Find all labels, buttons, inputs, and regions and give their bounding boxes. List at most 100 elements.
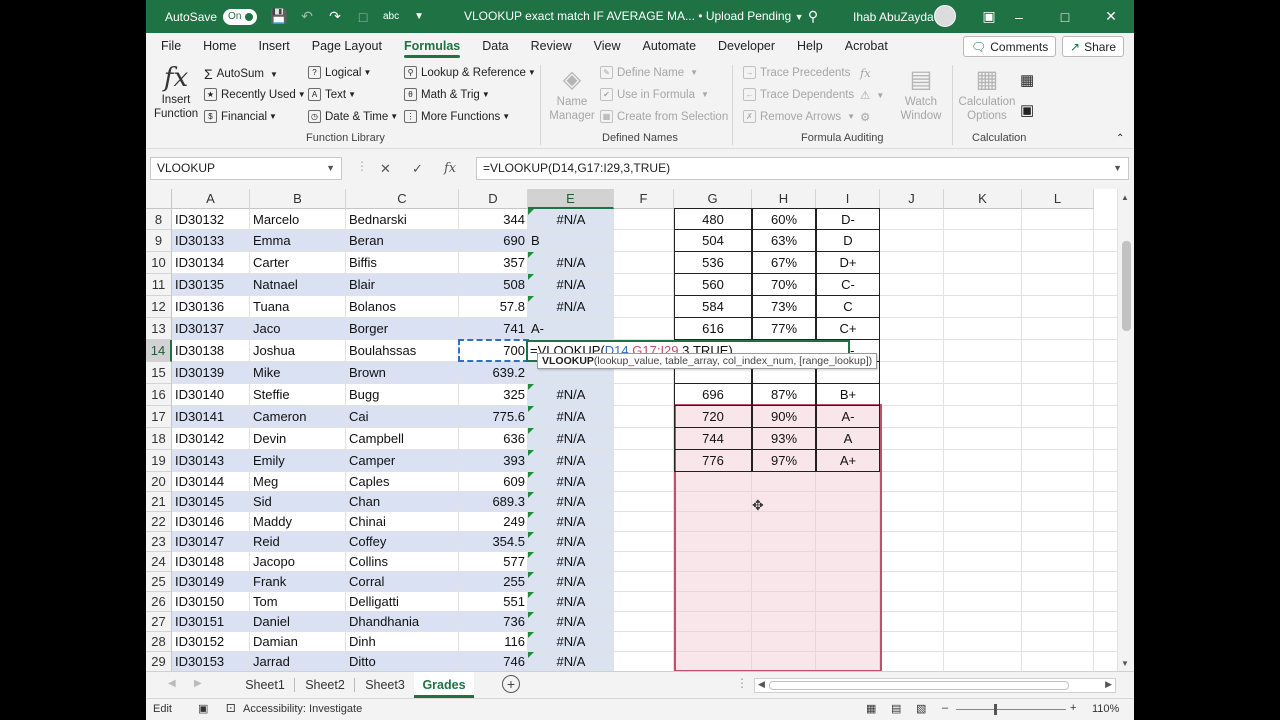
grade-table-cell-i[interactable]: A+ [816, 450, 880, 472]
grade-table-cell-i[interactable]: D [816, 230, 880, 252]
cell-first-name[interactable]: Tom [250, 592, 346, 612]
cell-grade[interactable]: B [527, 230, 613, 252]
cell-grade[interactable]: #N/A [528, 592, 614, 612]
grade-table-cell-i[interactable]: A [816, 428, 880, 450]
grade-table-cell-i[interactable]: D- [816, 209, 880, 230]
macro-record-icon[interactable]: ▣ [198, 702, 208, 715]
vertical-scrollbar[interactable]: ▲ ▼ [1117, 189, 1134, 671]
accessibility-status[interactable]: Accessibility: Investigate [243, 703, 362, 715]
cell-last-name[interactable]: Chan [346, 492, 459, 512]
more-functions-button[interactable]: ⋮ More Functions ▼ [404, 110, 510, 123]
add-sheet-icon[interactable]: + [502, 675, 520, 693]
cell-grade[interactable]: #N/A [528, 428, 614, 450]
row-header[interactable]: 15 [146, 362, 172, 384]
cell-score[interactable]: 736 [459, 612, 528, 632]
window-title[interactable]: VLOOKUP exact match IF AVERAGE MA... • U… [464, 9, 804, 23]
tab-formulas[interactable]: Formulas [393, 33, 471, 59]
cell-last-name[interactable]: Bednarski [346, 209, 459, 230]
grade-table-cell-g[interactable]: 504 [674, 230, 752, 252]
avatar[interactable] [934, 5, 956, 27]
trace-precedents-button[interactable]: → Trace Precedents [743, 66, 850, 79]
scroll-down-icon[interactable]: ▼ [1121, 659, 1129, 668]
cell-id[interactable]: ID30133 [172, 230, 250, 252]
grade-table-cell-h[interactable]: 70% [752, 274, 816, 296]
grade-table-cell-h[interactable]: 67% [752, 252, 816, 274]
lookup-reference-button[interactable]: ⚲ Lookup & Reference ▼ [404, 66, 536, 79]
grade-table-cell-g[interactable]: 480 [674, 209, 752, 230]
cell-score[interactable]: 639.2 [459, 362, 528, 384]
formula-input[interactable]: =VLOOKUP(D14,G17:I29,3,TRUE) ▼ [476, 157, 1129, 180]
trace-dependents-button[interactable]: ← Trace Dependents [743, 88, 854, 101]
create-from-selection-button[interactable]: ▦ Create from Selection [600, 110, 728, 123]
insert-function-icon[interactable]: fx [444, 157, 456, 180]
column-header-d[interactable]: D [459, 189, 528, 209]
define-name-button[interactable]: ✎ Define Name ▼ [600, 66, 698, 79]
error-checking-icon[interactable]: ⚠ ▼ [860, 88, 884, 102]
cell-last-name[interactable]: Coffey [346, 532, 459, 552]
cell-first-name[interactable]: Carter [250, 252, 346, 274]
date-time-button[interactable]: ◷ Date & Time ▼ [308, 110, 398, 123]
save-icon[interactable]: 💾 [265, 8, 293, 25]
grade-table-cell-g[interactable]: 616 [674, 318, 752, 340]
cell-first-name[interactable]: Daniel [250, 612, 346, 632]
cell-id[interactable]: ID30147 [172, 532, 250, 552]
tab-data[interactable]: Data [471, 33, 519, 59]
cell-id[interactable]: ID30151 [172, 612, 250, 632]
calculate-sheet-icon[interactable]: ▣ [1020, 101, 1034, 119]
tab-review[interactable]: Review [520, 33, 583, 59]
cell-last-name[interactable]: Campbell [346, 428, 459, 450]
cell-first-name[interactable]: Natnael [250, 274, 346, 296]
scroll-right-icon[interactable]: ▶ [1105, 679, 1112, 690]
cell-first-name[interactable]: Reid [250, 532, 346, 552]
cell-first-name[interactable]: Steffie [250, 384, 346, 406]
cell-first-name[interactable]: Emma [250, 230, 346, 252]
redo-icon[interactable]: ↷ [321, 8, 349, 25]
tab-file[interactable]: File [150, 33, 192, 59]
sheet-tab-sheet2[interactable]: Sheet2 [296, 672, 354, 698]
cell-id[interactable]: ID30149 [172, 572, 250, 592]
use-in-formula-button[interactable]: ✔ Use in Formula ▼ [600, 88, 709, 101]
cell-grade[interactable]: #N/A [528, 296, 614, 318]
cell-last-name[interactable]: Dinh [346, 632, 459, 652]
name-manager-button[interactable]: ◈ Name Manager [548, 65, 596, 123]
remove-arrows-button[interactable]: ✗ Remove Arrows ▼ [743, 110, 855, 123]
row-header[interactable]: 25 [146, 572, 172, 592]
cell-grade[interactable]: #N/A [528, 552, 614, 572]
cell-grade[interactable]: #N/A [528, 472, 614, 492]
cell-first-name[interactable]: Jacopo [250, 552, 346, 572]
cell-score[interactable]: 255 [459, 572, 528, 592]
grade-table-cell-g[interactable]: 584 [674, 296, 752, 318]
grade-table-cell-i[interactable]: C [816, 296, 880, 318]
row-header[interactable]: 27 [146, 612, 172, 632]
accessibility-icon[interactable]: ⚀ [226, 702, 236, 715]
calculation-options-button[interactable]: ▦ Calculation Options [958, 65, 1016, 123]
worksheet-grid[interactable]: A B C D E F G H I J K L 8 ID30132 Marcelo Bednarski 344 #… [146, 189, 1134, 671]
enter-icon[interactable]: ✓ [412, 157, 423, 180]
customize-toolbar-icon[interactable]: ▼ [405, 11, 433, 22]
insert-function-button[interactable]: fx Insert Function [154, 63, 198, 121]
expand-formula-icon[interactable]: ▼ [1113, 158, 1122, 179]
grade-table-cell-h[interactable]: 77% [752, 318, 816, 340]
cell-score[interactable]: 746 [459, 652, 528, 671]
cell-id[interactable]: ID30144 [172, 472, 250, 492]
cell-grade[interactable]: #N/A [528, 572, 614, 592]
column-header-k[interactable]: K [944, 189, 1022, 209]
cell-last-name[interactable]: Brown [346, 362, 459, 384]
cell-last-name[interactable]: Biffis [346, 252, 459, 274]
cell-score[interactable]: 551 [459, 592, 528, 612]
column-header-h[interactable]: H [752, 189, 816, 209]
cell-id[interactable]: ID30148 [172, 552, 250, 572]
cell-grade[interactable]: #N/A [528, 384, 614, 406]
cell-first-name[interactable]: Joshua [250, 340, 346, 362]
text-button[interactable]: A Text ▼ [308, 88, 356, 101]
cell-id[interactable]: ID30145 [172, 492, 250, 512]
cell-last-name[interactable]: Ditto [346, 652, 459, 671]
column-header-c[interactable]: C [346, 189, 459, 209]
row-header[interactable]: 17 [146, 406, 172, 428]
tab-developer[interactable]: Developer [707, 33, 786, 59]
tab-automate[interactable]: Automate [632, 33, 708, 59]
cell-first-name[interactable]: Cameron [250, 406, 346, 428]
page-break-view-icon[interactable]: ▧ [916, 702, 926, 715]
row-header[interactable]: 14 [146, 340, 172, 362]
tab-insert[interactable]: Insert [248, 33, 301, 59]
